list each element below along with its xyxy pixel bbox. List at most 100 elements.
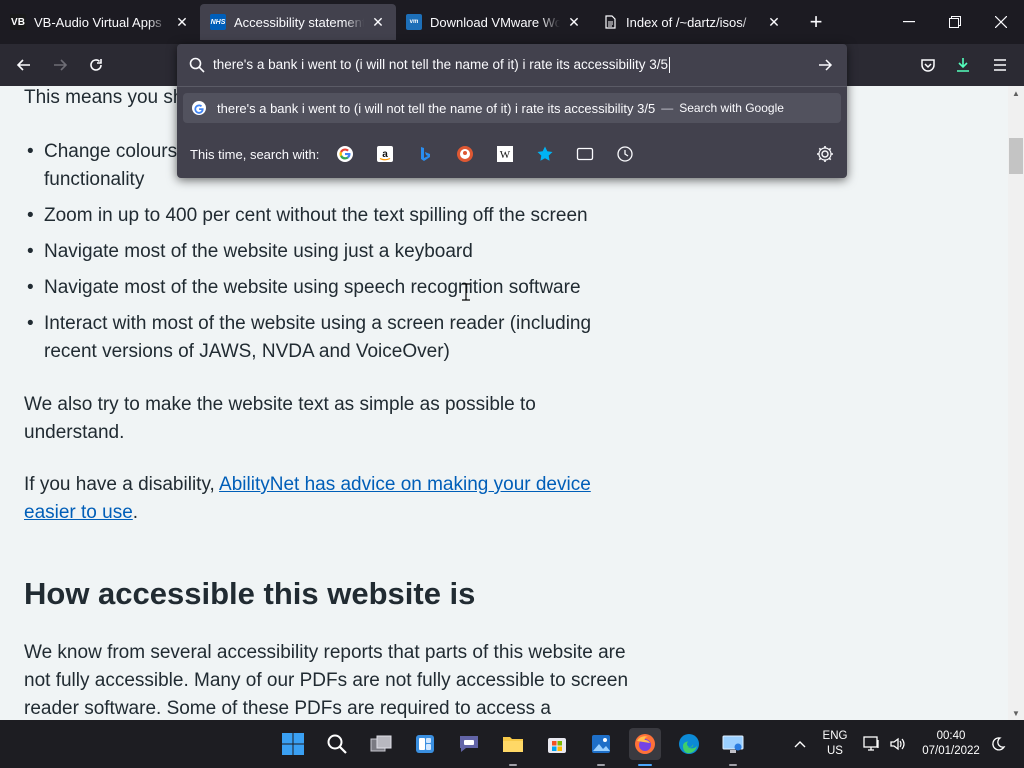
go-arrow-icon[interactable] xyxy=(817,57,833,73)
intro-text: This means you sh xyxy=(24,87,184,108)
back-arrow-icon xyxy=(16,59,30,71)
text-caret xyxy=(669,57,671,74)
windows-taskbar: ENG US 00:40 07/01/2022 xyxy=(0,720,1024,768)
list-item: Interact with most of the website using … xyxy=(24,310,644,366)
duckduckgo-search-button[interactable] xyxy=(453,142,477,166)
restore-button[interactable] xyxy=(932,0,978,44)
task-view-icon xyxy=(370,735,392,752)
bookmarks-star-icon xyxy=(537,146,553,161)
duckduckgo-icon xyxy=(457,146,474,162)
network-monitor-icon xyxy=(863,736,879,751)
vmware-favicon-icon: vm xyxy=(406,14,422,30)
list-item: Zoom in up to 400 per cent without the t… xyxy=(24,202,644,230)
close-window-button[interactable] xyxy=(978,0,1024,44)
address-bar-value: there's a bank i went to (i will not tel… xyxy=(213,56,669,72)
tabs-search-button[interactable] xyxy=(573,142,597,166)
wikipedia-search-button[interactable]: W xyxy=(493,142,517,166)
tab-vb-audio[interactable]: VB VB-Audio Virtual Apps ✕ xyxy=(0,0,200,44)
tab-index-isos[interactable]: Index of /~dartz/isos/ ✕ xyxy=(592,0,792,44)
tab-strip: VB VB-Audio Virtual Apps ✕ NHS Accessibi… xyxy=(0,0,1024,44)
tab-title: VB-Audio Virtual Apps xyxy=(34,14,162,30)
google-icon xyxy=(192,101,206,115)
menu-button[interactable] xyxy=(985,50,1015,80)
amazon-search-button[interactable]: a xyxy=(373,142,397,166)
search-icon xyxy=(327,734,347,754)
input-language-indicator[interactable]: ENG US xyxy=(815,720,855,768)
teams-chat-button[interactable] xyxy=(453,728,485,760)
show-hidden-icons-button[interactable] xyxy=(788,720,812,768)
restore-icon xyxy=(949,16,961,28)
taskbar-search-button[interactable] xyxy=(321,728,353,760)
close-tab-icon[interactable]: ✕ xyxy=(370,14,386,30)
disability-paragraph: If you have a disability, AbilityNet has… xyxy=(24,474,591,523)
bookmarks-search-button[interactable] xyxy=(533,142,557,166)
tabs-icon xyxy=(577,147,594,161)
suggestion-text: there's a bank i went to (i will not tel… xyxy=(217,100,656,116)
active-indicator xyxy=(638,764,652,766)
start-button[interactable] xyxy=(277,728,309,760)
downloads-button[interactable] xyxy=(948,50,978,80)
close-tab-icon[interactable]: ✕ xyxy=(766,14,782,30)
minimize-button[interactable] xyxy=(886,0,932,44)
tab-title: Accessibility statement - NHS xyxy=(234,14,364,30)
tab-vmware[interactable]: vm Download VMware Workstation ✕ xyxy=(396,0,592,44)
wikipedia-icon: W xyxy=(497,146,514,162)
bing-search-button[interactable] xyxy=(413,142,437,166)
list-item: Navigate most of the website using speec… xyxy=(24,274,644,302)
clock-date: 07/01/2022 xyxy=(922,745,980,757)
microsoft-store-button[interactable] xyxy=(541,728,573,760)
running-indicator xyxy=(729,764,737,766)
search-settings-gear-icon[interactable] xyxy=(815,144,835,164)
keyboard-region: US xyxy=(827,745,843,757)
volume-button[interactable] xyxy=(886,720,910,768)
running-indicator xyxy=(597,764,605,766)
widgets-button[interactable] xyxy=(409,728,441,760)
widgets-icon xyxy=(416,735,434,753)
photos-icon xyxy=(592,735,610,753)
amazon-icon: a xyxy=(377,146,394,162)
pocket-button[interactable] xyxy=(913,50,943,80)
edge-button[interactable] xyxy=(673,728,705,760)
close-tab-icon[interactable]: ✕ xyxy=(174,14,190,30)
close-tab-icon[interactable]: ✕ xyxy=(566,14,582,30)
search-suggestion-row[interactable]: there's a bank i went to (i will not tel… xyxy=(183,93,841,123)
reload-button[interactable] xyxy=(81,50,111,80)
tab-accessibility-statement[interactable]: NHS Accessibility statement - NHS ✕ xyxy=(200,4,396,40)
windows-logo-icon xyxy=(282,733,304,755)
firefox-button[interactable] xyxy=(629,728,661,766)
scroll-up-arrow-icon[interactable]: ▲ xyxy=(1008,86,1024,100)
scrollbar-thumb[interactable] xyxy=(1009,138,1023,174)
remote-desktop-button[interactable] xyxy=(717,728,749,766)
store-icon xyxy=(548,738,566,753)
running-indicator xyxy=(509,764,517,766)
firefox-icon xyxy=(635,734,655,754)
page-scrollbar[interactable]: ▲ ▼ xyxy=(1008,86,1024,720)
task-view-button[interactable] xyxy=(365,728,397,760)
forward-arrow-icon xyxy=(54,59,68,71)
forward-button[interactable] xyxy=(45,50,75,80)
simple-text-paragraph: We also try to make the website text as … xyxy=(24,394,536,443)
svg-text:W: W xyxy=(500,149,511,161)
one-off-search-bar: This time, search with: a W xyxy=(177,138,847,170)
search-icon xyxy=(189,57,205,73)
history-search-button[interactable] xyxy=(613,142,637,166)
google-search-button[interactable] xyxy=(333,142,357,166)
file-explorer-button[interactable] xyxy=(497,728,529,766)
new-tab-button[interactable]: + xyxy=(796,0,836,44)
one-off-label: This time, search with: xyxy=(190,146,320,162)
tab-title: Index of /~dartz/isos/ xyxy=(626,14,747,30)
back-button[interactable] xyxy=(9,50,39,80)
remote-desktop-icon xyxy=(722,735,744,753)
address-bar-input[interactable]: there's a bank i went to (i will not tel… xyxy=(181,48,843,82)
divider xyxy=(177,86,847,87)
svg-text:a: a xyxy=(383,149,389,160)
accessibility-body-text: We know from several accessibility repor… xyxy=(24,642,629,719)
scroll-down-arrow-icon[interactable]: ▼ xyxy=(1008,706,1024,720)
photos-button[interactable] xyxy=(585,728,617,766)
suggestion-separator: — xyxy=(661,101,674,115)
focus-assist-button[interactable] xyxy=(988,720,1008,768)
folder-icon xyxy=(503,737,523,752)
language-code: ENG xyxy=(822,730,848,742)
network-status-button[interactable] xyxy=(860,720,884,768)
clock-button[interactable]: 00:40 07/01/2022 xyxy=(916,720,986,768)
